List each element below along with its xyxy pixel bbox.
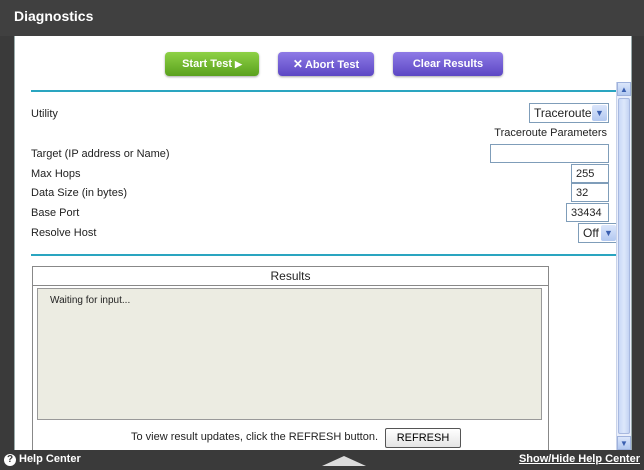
results-textarea[interactable]: Waiting for input... [37,288,542,420]
maxhops-input[interactable]: 255 [571,164,609,183]
refresh-row: To view result updates, click the REFRES… [33,426,548,448]
expand-arrow-icon[interactable] [322,456,366,466]
title-bar: Diagnostics [0,0,644,36]
abort-test-button[interactable]: ✕ Abort Test [278,52,374,76]
page-title: Diagnostics [14,8,94,24]
chevron-down-icon: ▼ [592,105,607,121]
refresh-button[interactable]: REFRESH [385,428,461,448]
datasize-input[interactable]: 32 [571,183,609,202]
utility-value: Traceroute [534,106,592,120]
resolve-host-select[interactable]: Off ▼ [578,223,618,243]
divider [31,254,621,256]
traceroute-params-heading: Traceroute Parameters [494,127,607,139]
datasize-label: Data Size (in bytes) [31,187,127,199]
maxhops-label: Max Hops [31,168,81,180]
divider [31,90,621,92]
scroll-up-icon[interactable]: ▲ [617,82,631,96]
x-icon: ✕ [292,57,303,71]
question-icon: ? [4,454,16,466]
show-hide-help-link[interactable]: Show/Hide Help Center [519,453,640,465]
start-test-button[interactable]: Start Test ▶ [165,52,259,76]
clear-results-label: Clear Results [412,58,484,70]
footer-bar: ? Help Center Show/Hide Help Center [0,450,644,470]
results-header: Results [33,267,548,286]
target-input[interactable] [490,144,609,163]
help-center-label: Help Center [19,453,81,465]
abort-test-label: Abort Test [304,59,360,71]
refresh-instruction: To view result updates, click the REFRES… [131,431,378,443]
resolve-host-label: Resolve Host [31,227,97,239]
help-center-link[interactable]: ? Help Center [4,453,81,466]
baseport-label: Base Port [31,207,80,219]
play-icon: ▶ [235,59,242,69]
chevron-down-icon: ▼ [601,225,616,241]
utility-label: Utility [31,108,58,120]
results-panel: Results Waiting for input... To view res… [32,266,549,450]
scroll-down-icon[interactable]: ▼ [617,436,631,450]
toolbar: Start Test ▶ ✕ Abort Test Clear Results [14,36,632,82]
vertical-scrollbar[interactable]: ▲ ▼ [616,82,631,450]
utility-select[interactable]: Traceroute ▼ [529,103,609,123]
scrollbar-thumb[interactable] [618,98,630,434]
resolve-host-value: Off [583,226,599,240]
main-content: Utility Traceroute ▼ Traceroute Paramete… [14,82,632,450]
start-test-label: Start Test [182,58,232,70]
target-label: Target (IP address or Name) [31,148,170,160]
clear-results-button[interactable]: Clear Results [393,52,503,76]
baseport-input[interactable]: 33434 [566,203,609,222]
